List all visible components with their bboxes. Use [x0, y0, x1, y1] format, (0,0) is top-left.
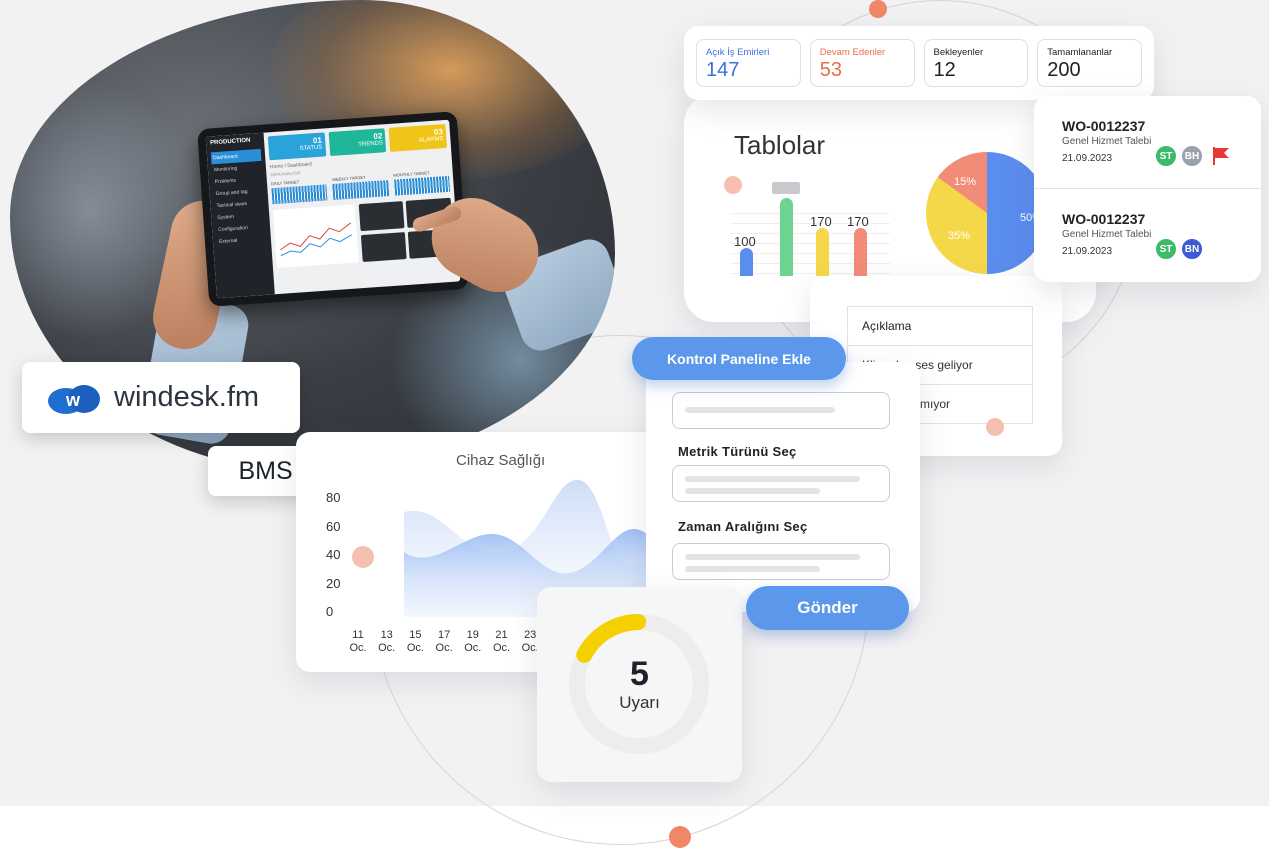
- work-order-row[interactable]: WO-0012237 Genel Hizmet Talebi 21.09.2023 S…: [1034, 188, 1261, 280]
- aciklama-header: Açıklama: [847, 306, 1033, 346]
- bar-label: 170: [847, 214, 869, 229]
- tablet-main: 01 STATUS 02 TRENDS 03 ALARMS Home / Dashboar…: [264, 120, 461, 295]
- bar-orange: [854, 228, 867, 276]
- decor-dot: [986, 418, 1004, 436]
- y-tick-label: 80: [326, 490, 341, 505]
- stat-card[interactable]: Tamamlananlar 200: [1037, 39, 1142, 87]
- tablet-target-bars: [332, 180, 389, 200]
- x-tick-label: 15 Oc.: [405, 629, 425, 655]
- time-range-label: Zaman Aralığını Seç: [678, 519, 808, 534]
- tablet-target-bars: [393, 175, 451, 196]
- metric-form-card: Metrik Türünü Seç Zaman Aralığını Seç: [646, 362, 920, 612]
- avatar[interactable]: BH: [1180, 144, 1204, 168]
- x-tick-month: Oc.: [349, 642, 367, 654]
- bar-cap: [772, 182, 800, 194]
- x-tick-month: Oc.: [435, 642, 453, 654]
- stat-card[interactable]: Bekleyenler 12: [923, 39, 1029, 87]
- metric-type-select[interactable]: [672, 465, 890, 502]
- avatar[interactable]: BN: [1180, 237, 1204, 261]
- x-tick-month: Oc.: [492, 642, 511, 654]
- stat-value: 53: [819, 59, 842, 81]
- pie-label: 15%: [954, 176, 977, 188]
- x-tick-day: 17: [437, 629, 451, 641]
- x-tick-label: 21 Oc.: [492, 629, 512, 655]
- x-tick-day: 19: [466, 629, 479, 641]
- windesk-logo: w windesk.fm: [22, 362, 300, 433]
- cihaz-title: Cihaz Sağlığı: [456, 452, 546, 469]
- stat-card[interactable]: Devam Edenler 53: [809, 39, 915, 87]
- tablet-screen: PRODUCTION Dashboard Monitoring Problems Gr…: [205, 119, 461, 299]
- work-order-id: WO-0012237: [1062, 118, 1146, 134]
- y-tick-label: 20: [326, 576, 341, 591]
- y-tick-label: 40: [326, 547, 341, 562]
- time-range-select[interactable]: [672, 543, 890, 580]
- stats-bar: Açık İş Emirleri 147 Devam Edenler 53 Bekley…: [684, 26, 1154, 100]
- x-tick-day: 11: [352, 629, 364, 641]
- stat-label: Devam Edenler: [819, 47, 886, 58]
- bar-blue: [740, 248, 753, 276]
- bar-label: 100: [734, 234, 756, 249]
- x-tick-day: 15: [409, 629, 422, 641]
- x-tick-label: 19 Oc.: [463, 629, 483, 655]
- logo-letter: w: [65, 390, 81, 410]
- stat-value: 147: [706, 59, 740, 81]
- bar-green: [780, 198, 793, 276]
- tablet-target-bars: [271, 184, 328, 205]
- tablet-menu-item[interactable]: External: [217, 233, 268, 248]
- x-tick-day: 13: [380, 629, 393, 641]
- tablet: PRODUCTION Dashboard Monitoring Problems Gr…: [197, 111, 469, 307]
- tablet-target: DAILY TARGET: [271, 177, 328, 205]
- tablet-line-chart: [272, 204, 359, 269]
- y-tick-label: 60: [326, 519, 341, 534]
- submit-button[interactable]: Gönder: [746, 586, 909, 630]
- avatar[interactable]: ST: [1154, 237, 1178, 261]
- stat-value: 200: [1047, 59, 1081, 81]
- tablet-lower: [272, 197, 455, 269]
- cloud-logo-icon: w: [46, 381, 102, 415]
- x-tick-label: 17 Oc.: [434, 629, 454, 655]
- tablet-title: PRODUCTION: [209, 137, 251, 147]
- x-tick-month: Oc.: [378, 642, 396, 654]
- decor-dot: [869, 0, 887, 18]
- x-tick-month: Oc.: [464, 642, 482, 654]
- flag-icon[interactable]: [1212, 146, 1230, 171]
- decor-dot: [724, 176, 742, 194]
- avatar[interactable]: ST: [1154, 144, 1178, 168]
- work-order-id: WO-0012237: [1062, 211, 1146, 227]
- tablet-target: MONTHLY TARGET: [393, 169, 451, 196]
- tablet-tile[interactable]: 02 TRENDS: [328, 128, 387, 157]
- work-order-row[interactable]: WO-0012237 Genel Hizmet Talebi 21.09.2023 S…: [1034, 96, 1261, 188]
- tablet-tile[interactable]: 03 ALARMS: [388, 123, 448, 152]
- stat-label: Açık İş Emirleri: [706, 47, 770, 58]
- tablet-menu: Dashboard Monitoring Problems Group and tag…: [210, 148, 268, 248]
- y-tick-label: 0: [326, 604, 334, 619]
- decor-dot: [669, 826, 691, 848]
- add-to-dashboard-button[interactable]: Kontrol Paneline Ekle: [632, 337, 846, 380]
- stat-value: 12: [933, 59, 956, 81]
- bar-yellow: [816, 228, 829, 276]
- bar-label: 170: [810, 214, 832, 229]
- alerts-count: 5: [630, 655, 649, 693]
- x-tick-label: 11 Oc.: [348, 629, 368, 655]
- tablet-tile[interactable]: 01 STATUS: [267, 132, 326, 161]
- x-tick-month: Oc.: [406, 642, 424, 654]
- stat-label: Bekleyenler: [933, 47, 984, 58]
- stat-label: Tamamlananlar: [1047, 47, 1113, 58]
- tablet-line-svg: [280, 222, 352, 257]
- decor-dot: [352, 546, 374, 568]
- x-tick-day: 21: [495, 629, 508, 641]
- stat-card[interactable]: Açık İş Emirleri 147: [696, 39, 801, 87]
- alerts-card: 5 Uyarı: [537, 587, 742, 782]
- pie-label: 35%: [948, 230, 971, 242]
- form-input[interactable]: [672, 392, 890, 429]
- x-tick-label: 13 Oc.: [377, 629, 397, 655]
- logo-text: windesk.fm: [114, 381, 260, 413]
- tablet-target: WEEKLY TARGET: [332, 173, 389, 200]
- metric-type-label: Metrik Türünü Seç: [678, 444, 797, 459]
- tablolar-title: Tablolar: [734, 130, 826, 160]
- alerts-label: Uyarı: [619, 693, 660, 712]
- work-orders-card: WO-0012237 Genel Hizmet Talebi 21.09.2023 S…: [1034, 96, 1261, 282]
